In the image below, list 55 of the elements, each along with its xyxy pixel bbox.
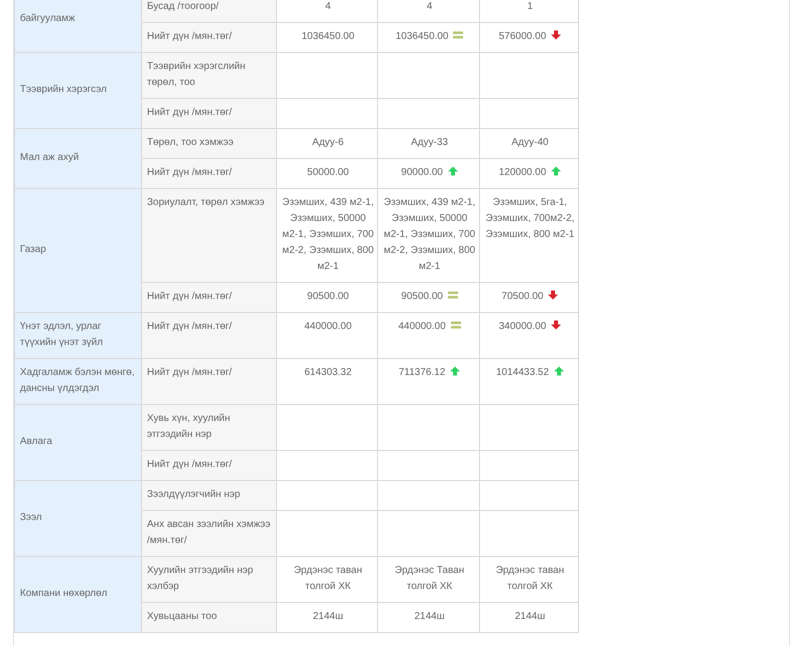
field-label-cell: Хуулийн этгээдийн нэр хэлбэр [142,556,276,602]
value-text: 90500.00 [401,291,443,302]
field-label-cell: Нийт дүн /мян.төг/ [142,22,276,52]
field-label-cell: Зээлдүүлэгчийн нэр [142,480,276,510]
value-cell: Эзэмших, 5га-1, Эзэмших, 700м2-2, Эзэмших, 800 м2-1 [480,188,578,282]
category-cell: Зээл [14,480,142,556]
field-label-cell: Анх авсан зээлийн хэмжээ /мян.төг/ [142,510,276,556]
value-cell: 2144ш [378,602,480,632]
value-text: 340000.00 [498,321,546,332]
field-label-cell: Нийт дүн /мян.төг/ [142,158,276,188]
value-text: 711376.12 [398,367,446,378]
value-cell: Адуу-6 [276,128,378,158]
category-cell: Авлага [14,404,142,480]
field-label-cell: Хувь хүн, хуулийн этгээдийн нэр [142,404,276,450]
category-cell: Мал аж ахуй [14,128,142,188]
category-cell: Тээврийн хэрэгсэл [14,52,142,128]
value-cell: 90500.00 [276,282,378,312]
value-text: 70500.00 [502,291,544,302]
category-cell: Компани нөхөрлөл [14,556,142,632]
field-label-cell: Зориулалт, төрөл хэмжээ [142,188,276,282]
value-cell: 4 [276,0,378,22]
field-label-cell: Төрөл, тоо хэмжээ [142,128,276,158]
field-label-cell: Хувьцааны тоо [142,602,276,632]
value-cell: Эзэмших, 439 м2-1, Эзэмших, 50000 м2-1, Эзэмших, 700 м2-2, Эзэмших, 800 м2-1 [276,188,378,282]
value-text: 1036450.00 [396,31,448,42]
category-cell: Үнэт эдлэл, урлаг түүхийн үнэт зүйл [14,312,142,358]
value-cell: 614303.32 [276,358,378,404]
value-cell: 2144ш [480,602,578,632]
value-text: 90000.00 [401,167,443,178]
field-label-cell: Нийт дүн /мян.төг/ [142,312,276,358]
field-label-cell: Нийт дүн /мян.төг/ [142,358,276,404]
value-cell: Эрдэнэс таван толгой ХК [276,556,378,602]
field-label-cell: Нийт дүн /мян.төг/ [142,450,276,480]
value-cell: Адуу-40 [480,128,578,158]
value-cell: 1 [480,0,578,22]
category-cell: Хадгаламж бэлэн мөнгө, дансны үлдэгдэл [14,358,142,404]
value-cell: 2144ш [276,602,378,632]
value-cell: Адуу-33 [378,128,480,158]
field-label-cell: Бусад /тоогоор/ [142,0,276,22]
value-text: 440000.00 [398,321,446,332]
value-text: 120000.00 [498,167,546,178]
value-cell: 1036450.00 [276,22,378,52]
value-cell: 4 [378,0,480,22]
field-label-cell: Тээврийн хэрэгслийн төрөл, тоо [142,52,276,98]
value-text: 1014433.52 [496,367,549,378]
field-label-cell: Нийт дүн /мян.төг/ [142,98,276,128]
category-cell: Газар [14,188,142,312]
value-cell: 50000.00 [276,158,378,188]
field-label-cell: Нийт дүн /мян.төг/ [142,282,276,312]
value-cell: Эзэмших, 439 м2-1, Эзэмших, 50000 м2-1, Эзэмших, 700 м2-2, Эзэмших, 800 м2-1 [378,188,480,282]
value-cell: Эрдэнэс Таван толгой ХК [378,556,480,602]
category-cell: байгууламж [14,0,142,52]
value-cell: 440000.00 [276,312,378,358]
value-cell: Эрдэнэс таван толгой ХК [480,556,578,602]
value-text: 576000.00 [498,31,546,42]
